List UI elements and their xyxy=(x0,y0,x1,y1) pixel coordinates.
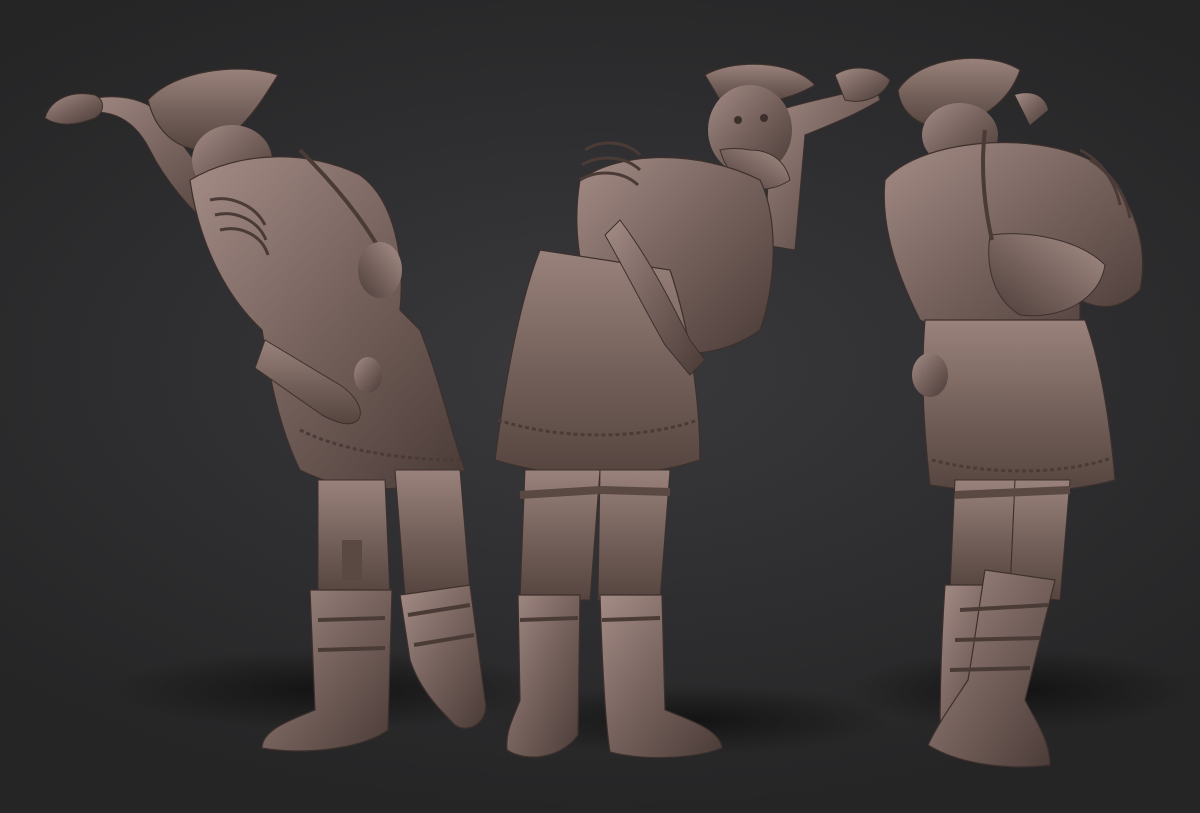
render-stage xyxy=(0,0,1200,813)
figure-center xyxy=(494,63,891,759)
sculpt-render xyxy=(44,57,1190,768)
figure-left xyxy=(44,68,487,752)
